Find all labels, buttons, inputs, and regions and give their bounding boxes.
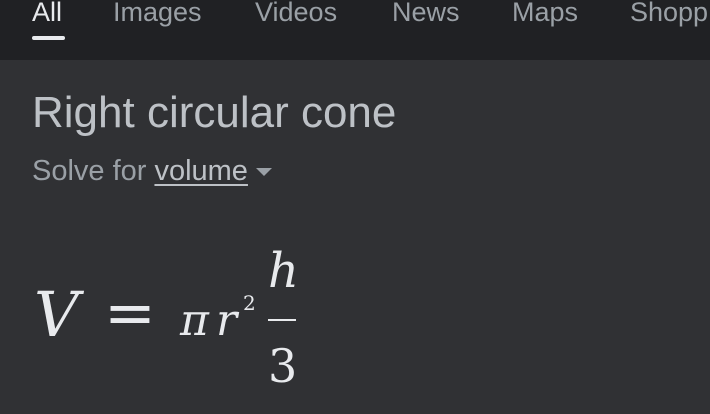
tab-images[interactable]: Images: [113, 0, 202, 28]
formula-pi-symbol: π: [180, 295, 209, 346]
formula-denominator: 3: [268, 339, 298, 393]
tab-shopping[interactable]: Shopp: [630, 0, 708, 28]
formula-radius-variable: r: [216, 295, 238, 346]
solve-for-label: Solve for: [32, 155, 147, 187]
tab-news[interactable]: News: [392, 0, 460, 28]
caret-down-icon[interactable]: [255, 168, 272, 176]
formula-equals-sign: =: [104, 276, 156, 349]
solve-for-dropdown[interactable]: volume: [154, 154, 272, 188]
formula-exponent: 2: [243, 291, 256, 315]
solve-for-value[interactable]: volume: [154, 154, 248, 188]
active-tab-indicator: [32, 36, 65, 40]
tab-maps[interactable]: Maps: [512, 0, 578, 28]
solve-for-row: Solve for volume: [32, 154, 272, 188]
card-title: Right circular cone: [32, 88, 397, 137]
volume-formula: V = π r 2 h 3: [0, 230, 710, 414]
search-tabs-bar: All Images Videos News Maps Shopp: [0, 0, 710, 60]
fraction-bar: [268, 319, 296, 321]
tab-all[interactable]: All: [32, 0, 62, 28]
formula-lhs-variable: V: [34, 278, 79, 351]
formula-numerator: h: [268, 243, 299, 299]
tab-videos[interactable]: Videos: [255, 0, 337, 28]
